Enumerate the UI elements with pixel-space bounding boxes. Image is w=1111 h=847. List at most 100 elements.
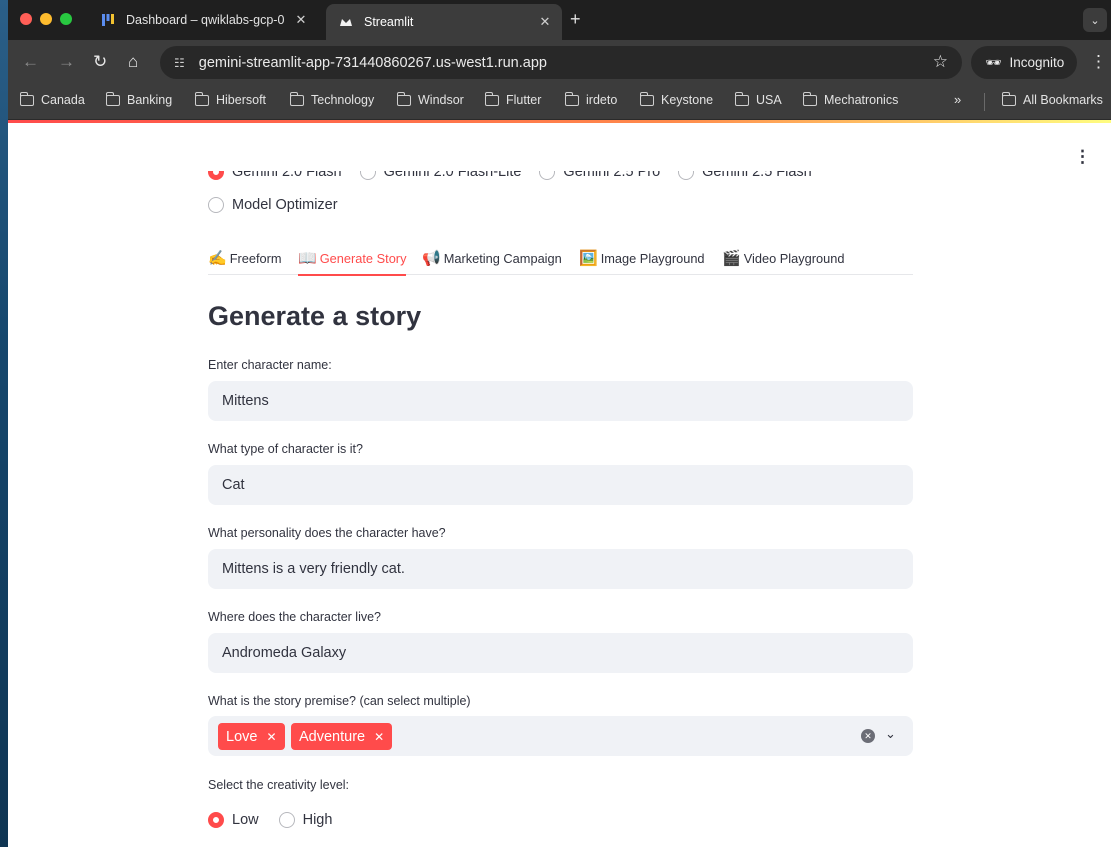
incognito-indicator[interactable]: 🕶 Incognito — [971, 46, 1077, 79]
bookmark-folder-windsor[interactable]: Windsor — [396, 91, 464, 107]
radio-model-gemini-2-5-flash[interactable]: Gemini 2.5 Flash — [678, 171, 812, 180]
chip-label: Adventure — [299, 728, 366, 745]
close-window-button[interactable] — [20, 13, 32, 25]
premise-chip-adventure: Adventure ✕ — [291, 723, 393, 750]
bookmark-star-icon[interactable]: ☆ — [933, 52, 948, 72]
radio-creativity-low[interactable]: Low — [208, 812, 259, 828]
bookmarks-bar: Canada Banking Hibersoft Technology Wind… — [8, 84, 1111, 120]
tab-generate-story[interactable]: 📖 Generate Story — [298, 241, 407, 276]
tab-label: Video Playground — [743, 250, 845, 266]
tab-strip: Dashboard – qwiklabs-gcp-0 ✕ Streamlit ✕… — [8, 0, 1111, 40]
tab-marketing-campaign[interactable]: 📢 Marketing Campaign — [422, 241, 562, 275]
maximize-window-button[interactable] — [60, 13, 72, 25]
creativity-level-label: Select the creativity level: — [208, 778, 350, 792]
bookmark-folder-usa[interactable]: USA — [734, 91, 782, 107]
megaphone-icon: 📢 — [422, 250, 441, 267]
all-bookmarks-button[interactable]: All Bookmarks — [1001, 91, 1103, 107]
bookmark-label: Mechatronics — [824, 93, 899, 107]
tab-label: Generate Story — [319, 250, 407, 266]
tab-freeform[interactable]: ✍️ Freeform — [208, 241, 282, 275]
bookmark-label: Keystone — [661, 93, 714, 107]
character-location-input[interactable] — [208, 633, 913, 673]
app-main-menu-icon[interactable]: ⋮ — [1074, 147, 1091, 167]
bookmark-folder-banking[interactable]: Banking — [105, 91, 172, 107]
character-name-input[interactable] — [208, 381, 913, 421]
folder-icon — [19, 91, 34, 106]
more-bookmarks-icon[interactable]: » — [954, 92, 961, 107]
tab-search-chevron-icon[interactable]: ⌄ — [1083, 8, 1107, 32]
radio-unselected-icon — [278, 812, 295, 828]
browser-tab-dashboard[interactable]: Dashboard – qwiklabs-gcp-0 ✕ — [92, 4, 318, 36]
radio-selected-icon — [208, 171, 224, 180]
folder-icon — [564, 91, 579, 106]
clear-all-icon[interactable]: ✕ — [861, 729, 875, 743]
bookmark-label: Technology — [311, 93, 375, 107]
bookmarks-divider — [984, 93, 985, 111]
character-type-label: What type of character is it? — [208, 442, 363, 456]
tab-video-playground[interactable]: 🎬 Video Playground — [722, 241, 844, 275]
writing-hand-icon: ✍️ — [208, 250, 227, 267]
remove-chip-icon[interactable]: ✕ — [374, 730, 384, 744]
bookmark-folder-hibersoft[interactable]: Hibersoft — [194, 91, 267, 107]
radio-unselected-icon — [539, 171, 556, 180]
bookmark-folder-flutter[interactable]: Flutter — [484, 91, 542, 107]
tab-label: Image Playground — [600, 250, 705, 266]
incognito-label: Incognito — [1009, 55, 1065, 70]
folder-icon — [1001, 91, 1016, 106]
radio-model-gemini-2-0-flash-lite[interactable]: Gemini 2.0 Flash-Lite — [359, 171, 522, 180]
radio-model-gemini-2-5-pro[interactable]: Gemini 2.5 Pro — [539, 171, 660, 180]
bookmark-folder-irdeto[interactable]: irdeto — [564, 91, 618, 107]
radio-label: Gemini 2.0 Flash-Lite — [383, 171, 522, 180]
radio-unselected-icon — [678, 171, 695, 180]
character-personality-label: What personality does the character have… — [208, 526, 446, 540]
character-name-label: Enter character name: — [208, 358, 332, 372]
model-radio-group: Gemini 2.0 Flash Gemini 2.0 Flash-Lite G… — [208, 171, 908, 191]
folder-icon — [194, 91, 209, 106]
radio-label: High — [302, 812, 333, 828]
address-bar[interactable]: ☷ gemini-streamlit-app-731440860267.us-w… — [160, 46, 962, 79]
bookmark-folder-canada[interactable]: Canada — [19, 91, 85, 107]
bookmark-folder-mechatronics[interactable]: Mechatronics — [802, 91, 899, 107]
browser-window: Dashboard – qwiklabs-gcp-0 ✕ Streamlit ✕… — [8, 0, 1111, 847]
premise-chip-love: Love ✕ — [218, 723, 285, 750]
folder-icon — [639, 91, 654, 106]
forward-icon[interactable]: → — [58, 52, 75, 72]
bookmark-label: Flutter — [506, 93, 542, 107]
radio-model-optimizer[interactable]: Model Optimizer — [208, 197, 338, 213]
radio-creativity-high[interactable]: High — [278, 812, 333, 828]
radio-label: Gemini 2.5 Flash — [702, 171, 812, 180]
site-settings-icon[interactable]: ☷ — [174, 56, 185, 70]
browser-tab-streamlit[interactable]: Streamlit ✕ — [326, 4, 562, 40]
bookmark-folder-keystone[interactable]: Keystone — [639, 91, 714, 107]
radio-model-gemini-2-0-flash[interactable]: Gemini 2.0 Flash — [208, 171, 342, 180]
folder-icon — [105, 91, 120, 106]
remove-chip-icon[interactable]: ✕ — [266, 730, 276, 744]
chip-label: Love — [226, 728, 258, 745]
browser-menu-icon[interactable]: ⋮ — [1090, 52, 1107, 72]
radio-selected-icon — [208, 812, 224, 828]
story-premise-label: What is the story premise? (can select m… — [208, 694, 471, 708]
minimize-window-button[interactable] — [40, 13, 52, 25]
radio-label: Gemini 2.5 Pro — [563, 171, 661, 180]
bookmark-label: Windsor — [418, 93, 464, 107]
folder-icon — [484, 91, 499, 106]
bookmark-label: Hibersoft — [216, 93, 267, 107]
back-icon[interactable]: ← — [22, 52, 39, 72]
new-tab-icon[interactable]: + — [570, 9, 581, 30]
bookmark-folder-technology[interactable]: Technology — [289, 91, 375, 107]
chevron-down-icon[interactable]: ⌄ — [885, 726, 896, 742]
tab-image-playground[interactable]: 🖼️ Image Playground — [579, 241, 705, 275]
close-tab-icon[interactable]: ✕ — [536, 14, 554, 30]
bookmark-label: irdeto — [586, 93, 618, 107]
close-tab-icon[interactable]: ✕ — [292, 12, 310, 28]
streamlit-crown-icon — [338, 14, 354, 30]
character-personality-input[interactable] — [208, 549, 913, 589]
reload-icon[interactable]: ↻ — [93, 52, 107, 72]
story-premise-multiselect[interactable]: Love ✕ Adventure ✕ ✕ ⌄ — [208, 716, 913, 756]
incognito-icon: 🕶 — [985, 54, 1002, 70]
home-icon[interactable]: ⌂ — [128, 52, 138, 72]
open-book-icon: 📖 — [298, 250, 317, 267]
radio-label: Low — [232, 812, 259, 828]
character-type-input[interactable] — [208, 465, 913, 505]
dashboard-icon — [100, 12, 116, 28]
